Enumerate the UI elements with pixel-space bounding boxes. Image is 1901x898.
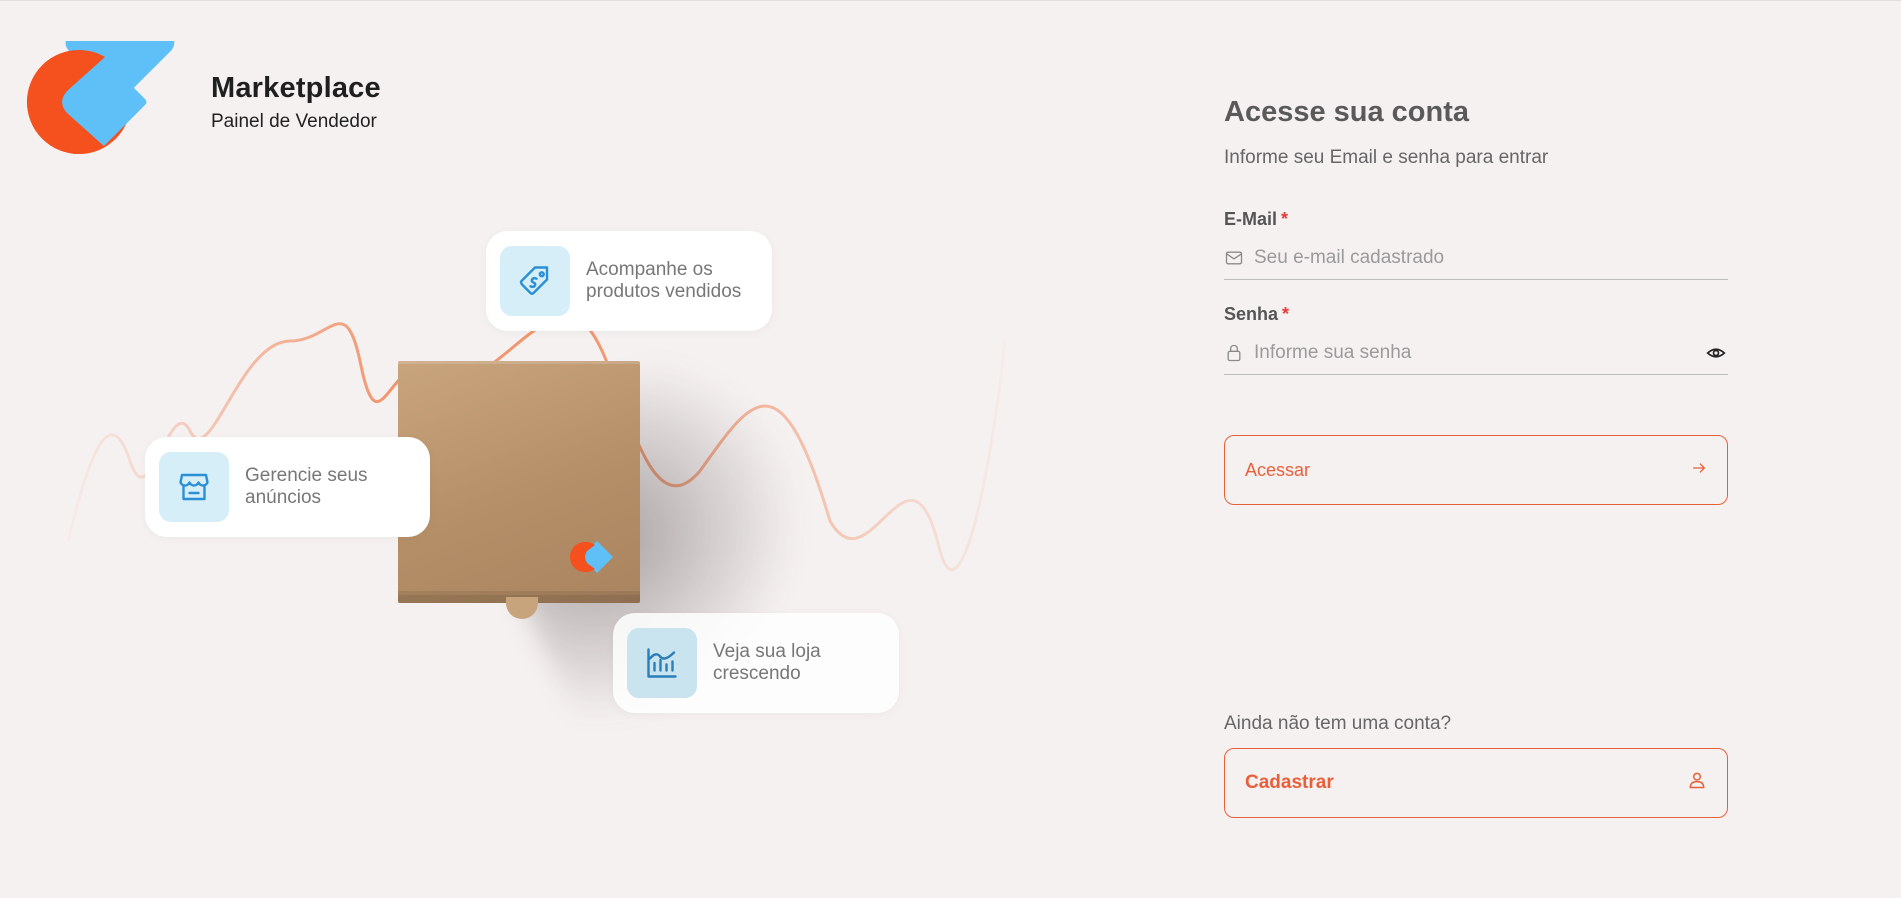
arrow-right-icon [1691, 460, 1707, 481]
store-icon [159, 452, 229, 522]
brand-subtitle: Painel de Vendedor [211, 110, 377, 132]
login-button-label: Acessar [1245, 459, 1311, 480]
cardboard-box [398, 361, 640, 619]
price-tag-icon [500, 246, 570, 316]
required-mark: * [1281, 209, 1289, 229]
email-input[interactable] [1254, 246, 1728, 269]
login-subtitle: Informe seu Email e senha para entrar [1224, 147, 1549, 168]
brand-name: Marketplace [211, 71, 381, 104]
password-label: Senha [1224, 304, 1279, 324]
register-button-label: Cadastrar [1245, 772, 1334, 793]
feature-card-listings: Gerencie seus anúncios [145, 437, 430, 537]
box-logo [569, 537, 621, 577]
register-button[interactable]: Cadastrar [1224, 748, 1728, 818]
brand: Marketplace Painel de Vendedor [27, 0, 381, 163]
password-input[interactable] [1254, 341, 1696, 364]
hero-illustration: Acompanhe os produtos vendidos Gerencie … [60, 221, 1010, 766]
eye-icon[interactable] [1704, 341, 1728, 365]
feature-card-growth: Veja sua loja crescendo [613, 613, 899, 713]
signup-prompt: Ainda não tem uma conta? [1224, 713, 1452, 734]
lock-icon [1224, 343, 1244, 363]
mail-icon [1224, 248, 1244, 268]
login-title: Acesse sua conta [1224, 96, 1470, 128]
feature-card-label: Acompanhe os produtos vendidos [586, 259, 742, 302]
user-icon [1687, 770, 1707, 796]
email-field-group: E-Mail * [1224, 209, 1728, 280]
required-mark: * [1282, 304, 1290, 324]
password-field-group: Senha * [1224, 304, 1728, 375]
email-label: E-Mail [1224, 209, 1278, 229]
login-button[interactable]: Acessar [1224, 435, 1728, 505]
marketplace-logo [27, 0, 189, 163]
feature-card-sales: Acompanhe os produtos vendidos [486, 231, 772, 331]
feature-card-label: Veja sua loja crescendo [713, 641, 821, 684]
feature-card-label: Gerencie seus anúncios [245, 465, 368, 508]
growth-chart-icon [627, 628, 697, 698]
login-form: Acesse sua conta Informe seu Email e sen… [1224, 96, 1728, 505]
